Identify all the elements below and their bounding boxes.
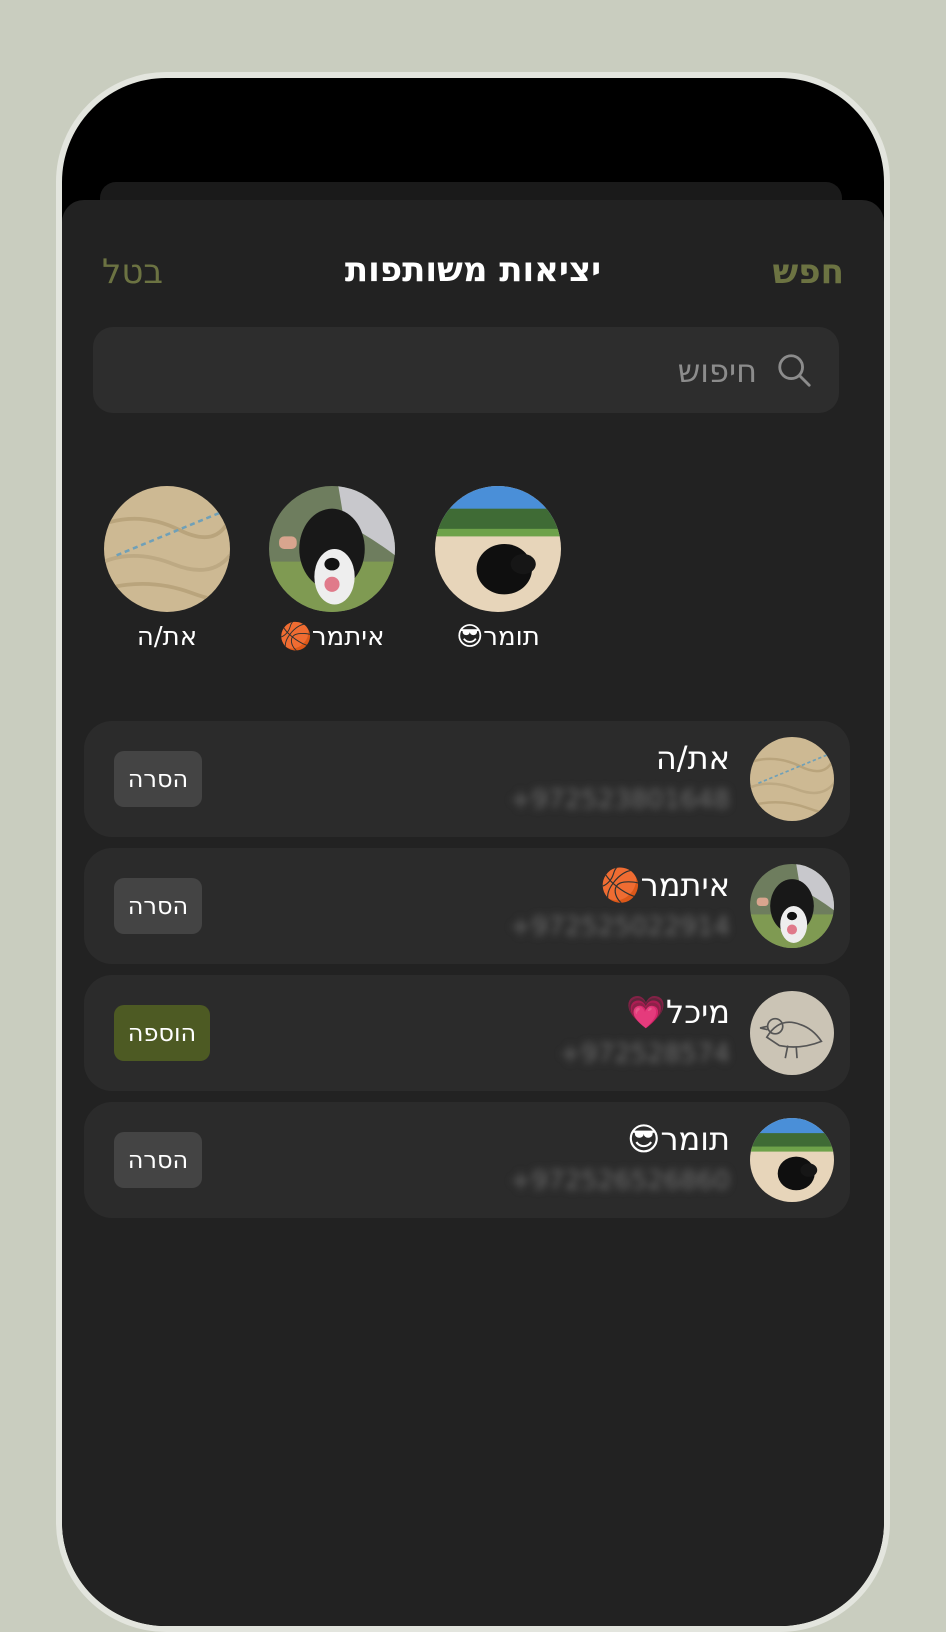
add-button[interactable]: הוספה <box>114 1005 210 1061</box>
search-icon <box>778 354 811 387</box>
contact-row: תומר😎 +972526526860 הסרה <box>84 1102 850 1218</box>
contact-phone: +972523801648 <box>509 785 730 815</box>
contact-avatar <box>750 737 834 821</box>
phone-frame: חפש יציאות משותפות בטל תומר😎 איתמר🏀 את/ה… <box>56 72 890 1632</box>
avatar-photo <box>435 486 561 612</box>
avatar-photo <box>269 486 395 612</box>
contact-avatar <box>750 991 834 1075</box>
contact-name: איתמר🏀 <box>600 866 730 904</box>
contact-name: את/ה <box>655 739 730 777</box>
shared-outings-sheet: חפש יציאות משותפות בטל תומר😎 איתמר🏀 את/ה… <box>62 200 884 1626</box>
remove-button[interactable]: הסרה <box>114 751 202 807</box>
contact-phone: +972526526860 <box>509 1166 730 1196</box>
contact-avatar <box>750 1118 834 1202</box>
selected-name-you: את/ה <box>136 622 198 652</box>
selected-avatar-you[interactable] <box>104 486 230 612</box>
contact-row: את/ה +972523801648 הסרה <box>84 721 850 837</box>
search-input[interactable] <box>135 327 759 415</box>
remove-button[interactable]: הסרה <box>114 1132 202 1188</box>
contact-name: מיכל💗 <box>626 993 730 1031</box>
page-title: יציאות משותפות <box>344 250 602 290</box>
contact-phone: +972528574 <box>559 1039 730 1069</box>
selected-avatar-tomer[interactable] <box>435 486 561 612</box>
avatar-photo <box>104 486 230 612</box>
contact-row: מיכל💗 +972528574 הוספה <box>84 975 850 1091</box>
contact-avatar <box>750 864 834 948</box>
contact-phone: +972525022914 <box>509 912 730 942</box>
remove-button[interactable]: הסרה <box>114 878 202 934</box>
selected-avatar-itamar[interactable] <box>269 486 395 612</box>
contact-name: תומר😎 <box>627 1120 730 1158</box>
search-bar[interactable] <box>93 327 839 415</box>
cancel-button[interactable]: בטל <box>102 252 163 292</box>
contact-row: איתמר🏀 +972525022914 הסרה <box>84 848 850 964</box>
